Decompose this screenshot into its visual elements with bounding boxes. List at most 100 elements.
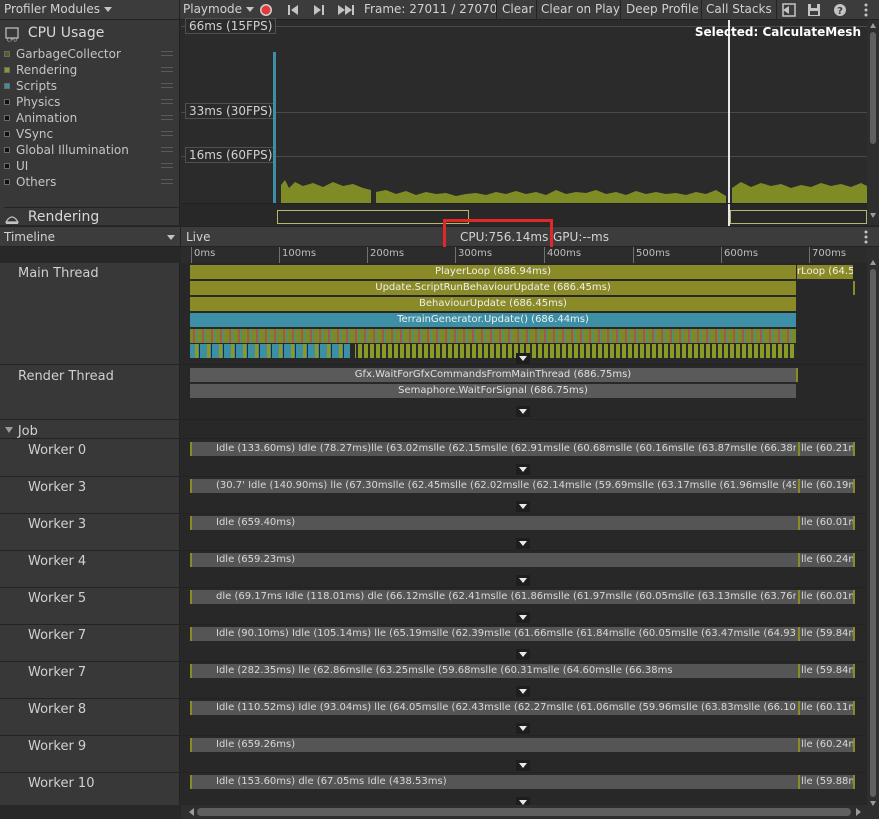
legend-item[interactable]: GarbageCollector <box>4 46 121 62</box>
legend-item[interactable]: UI <box>4 158 28 174</box>
worker-idle-markers-next[interactable]: lle (59.84m <box>801 627 855 641</box>
cpu-usage-graph[interactable]: 66ms (15FPS) 33ms (30FPS) 16ms (60FPS) S… <box>181 18 867 203</box>
worker-label: Worker 5 <box>28 591 87 606</box>
worker-idle-markers[interactable]: Idle (659.40ms) <box>196 516 796 530</box>
worker-idle-markers[interactable]: Idle (659.23ms) <box>196 553 796 567</box>
live-toggle[interactable]: Live <box>186 227 211 247</box>
save-button[interactable] <box>805 0 823 20</box>
marker-playerloop-next[interactable]: rLoop (64.5 <box>797 265 853 279</box>
worker-idle-markers-next[interactable]: lle (60.24ms <box>801 553 855 567</box>
worker-idle-markers[interactable]: Idle (282.35ms) lle (62.86mslle (63.25ms… <box>196 664 796 678</box>
worker-idle-markers-next[interactable]: lle (60.01m <box>801 516 855 530</box>
svg-text:?: ? <box>837 6 843 17</box>
worker-idle-markers-next[interactable]: lle (60.21ms <box>801 442 855 456</box>
expand-worker-icon[interactable] <box>516 649 530 660</box>
help-button[interactable]: ? <box>832 0 848 20</box>
worker-idle-markers-next[interactable]: lle (60.11ms <box>801 701 855 715</box>
clear-on-play-toggle[interactable]: Clear on Play <box>541 0 620 20</box>
marker-playerloop[interactable]: PlayerLoop (686.94ms) <box>190 265 796 279</box>
row-divider <box>0 476 867 477</box>
legend-item[interactable]: Global Illumination <box>4 142 129 158</box>
scroll-arrows-icon <box>870 23 876 218</box>
expand-worker-icon[interactable] <box>516 612 530 623</box>
worker-idle-markers[interactable]: Idle (110.52ms) Idle (93.04ms) lle (64.0… <box>196 701 796 715</box>
expand-worker-icon[interactable] <box>516 760 530 771</box>
expand-main-thread-icon[interactable] <box>516 353 530 364</box>
toolbar-divider <box>620 0 621 20</box>
view-mode-dropdown[interactable]: Timeline <box>4 227 179 247</box>
marker-behaviour-update[interactable]: BehaviourUpdate (686.45ms) <box>190 297 796 311</box>
timeline-vertical-scrollbar[interactable] <box>867 247 879 819</box>
drag-handle-icon[interactable] <box>161 131 173 136</box>
step-back-button[interactable] <box>284 0 302 20</box>
marker-terrain-generator-update[interactable]: TerrainGenerator.Update() (686.44ms) <box>190 313 796 327</box>
cpu-usage-module-header[interactable]: CPU CPU Usage <box>4 24 104 43</box>
drag-handle-icon[interactable] <box>161 147 173 152</box>
modules-scrollbar[interactable] <box>867 20 879 225</box>
expand-worker-icon[interactable] <box>516 797 530 805</box>
worker-idle-markers-next[interactable]: lle (59.88m <box>801 775 855 789</box>
legend-item[interactable]: VSync <box>4 126 53 142</box>
cpu-icon: CPU <box>5 26 19 43</box>
drag-handle-icon[interactable] <box>161 99 173 104</box>
expand-worker-icon[interactable] <box>516 686 530 697</box>
worker-idle-markers[interactable]: Idle (153.60ms) dle (67.05ms Idle (438.5… <box>196 775 796 789</box>
expand-worker-icon[interactable] <box>516 464 530 475</box>
kebab-menu-button[interactable] <box>858 0 874 20</box>
expand-worker-icon[interactable] <box>516 575 530 586</box>
legend-label: VSync <box>16 127 54 141</box>
tick-label: 0ms <box>191 247 215 263</box>
marker-script-run-behaviour-update[interactable]: Update.ScriptRunBehaviourUpdate (686.45m… <box>190 281 796 295</box>
time-ruler[interactable]: 0ms 100ms 200ms 300ms 400ms 500ms 600ms … <box>181 247 867 263</box>
legend-item[interactable]: Scripts <box>4 78 57 94</box>
drag-handle-icon[interactable] <box>161 83 173 88</box>
marker-gfx-wait[interactable]: Gfx.WaitForGfxCommandsFromMainThread (68… <box>190 368 796 382</box>
record-button[interactable] <box>258 0 274 20</box>
marker-sliver <box>798 627 800 641</box>
legend-item[interactable]: Rendering <box>4 62 77 78</box>
worker-label: Worker 3 <box>28 480 87 495</box>
timeline-menu-button[interactable] <box>858 227 874 247</box>
drag-handle-icon[interactable] <box>161 179 173 184</box>
drag-handle-icon[interactable] <box>161 163 173 168</box>
worker-idle-markers-next[interactable]: lle (59.84m <box>801 664 855 678</box>
legend-item[interactable]: Physics <box>4 94 60 110</box>
legend-label: Rendering <box>16 63 78 77</box>
clear-button[interactable]: Clear <box>502 0 533 20</box>
worker-label: Worker 8 <box>28 702 87 717</box>
worker-idle-markers[interactable]: Idle (659.26ms) <box>196 738 796 752</box>
job-group-label: Job <box>17 424 38 439</box>
call-stacks-toggle[interactable]: Call Stacks <box>706 0 772 20</box>
expand-worker-icon[interactable] <box>516 723 530 734</box>
load-button[interactable] <box>780 0 798 20</box>
last-frame-button[interactable] <box>335 0 357 20</box>
drag-handle-icon[interactable] <box>161 67 173 72</box>
expand-render-thread-icon[interactable] <box>516 406 530 417</box>
worker-idle-markers[interactable]: Idle (133.60ms) Idle (78.27ms)lle (63.02… <box>196 442 796 456</box>
deep-profile-toggle[interactable]: Deep Profile <box>626 0 699 20</box>
worker-idle-markers-next[interactable]: lle (60.01m <box>801 590 855 604</box>
expand-worker-icon[interactable] <box>516 501 530 512</box>
worker-idle-markers-next[interactable]: lle (60.19ms <box>801 479 855 493</box>
worker-idle-markers-next[interactable]: lle (60.24ms <box>801 738 855 752</box>
legend-item[interactable]: Animation <box>4 110 77 126</box>
expand-worker-icon[interactable] <box>516 538 530 549</box>
drag-handle-icon[interactable] <box>161 51 173 56</box>
timeline-horizontal-scrollbar[interactable] <box>181 805 867 819</box>
playmode-dropdown[interactable]: Playmode <box>183 0 255 20</box>
drag-handle-icon[interactable] <box>161 115 173 120</box>
legend-label: Scripts <box>16 79 58 93</box>
thread-labels-panel <box>0 263 180 805</box>
main-thread-submarkers <box>190 329 796 358</box>
rendering-module-header[interactable]: Rendering <box>4 207 180 225</box>
step-forward-button[interactable] <box>310 0 328 20</box>
profiler-modules-dropdown[interactable]: Profiler Modules <box>4 0 112 20</box>
marker-sliver <box>190 701 192 715</box>
worker-idle-markers[interactable]: dle (69.17ms Idle (118.01ms) dle (66.12m… <box>196 590 796 604</box>
job-group-header[interactable]: Job <box>4 423 38 439</box>
toolbar-divider <box>701 0 702 20</box>
worker-idle-markers[interactable]: Idle (90.10ms) Idle (105.14ms) lle (65.1… <box>196 627 796 641</box>
legend-item[interactable]: Others <box>4 174 56 190</box>
marker-semaphore-wait[interactable]: Semaphore.WaitForSignal (686.75ms) <box>190 384 796 398</box>
worker-idle-markers[interactable]: (30.7' Idle (140.90ms) lle (67.30mslle (… <box>196 479 796 493</box>
